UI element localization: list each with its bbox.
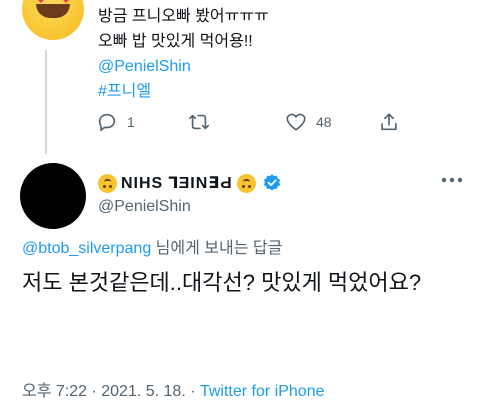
share-icon <box>381 113 397 131</box>
author-name-row[interactable]: NIHS ꓶƎIN∃Ԁ <box>98 172 282 194</box>
parent-tweet-mention[interactable]: @PenielShin <box>98 56 191 78</box>
like-count: 48 <box>316 114 332 130</box>
reply-to-suffix: 님에게 보내는 답글 <box>151 240 283 257</box>
reply-to-account-link[interactable]: @btob_silverpang <box>22 240 151 257</box>
more-options-icon[interactable] <box>438 170 466 190</box>
tweet-meta: 오후 7:22 · 2021. 5. 18. · Twitter for iPh… <box>22 377 324 401</box>
verified-badge-icon <box>263 174 280 191</box>
author-handle[interactable]: @PenielShin <box>98 198 191 216</box>
tweet-source-link[interactable]: Twitter for iPhone <box>200 383 325 400</box>
retweet-button[interactable] <box>188 110 210 134</box>
tweet-date[interactable]: 2021. 5. 18. <box>101 383 186 400</box>
like-button[interactable]: 48 <box>285 110 332 134</box>
tweet-time[interactable]: 오후 7:22 <box>22 383 87 400</box>
upside-down-face-icon <box>98 173 117 193</box>
meta-separator: · <box>185 383 200 400</box>
parent-tweet-line-2: 오빠 밥 맛있게 먹어용!! <box>98 33 253 50</box>
share-button[interactable] <box>378 110 400 134</box>
reply-button[interactable]: 1 <box>96 110 135 134</box>
reply-context: @btob_silverpang 님에게 보내는 답글 <box>22 234 282 258</box>
emoji-mouth <box>36 4 70 18</box>
author-avatar[interactable] <box>20 163 86 229</box>
tweet-text: 저도 본것같은데..대각선? 맛있게 먹었어요? <box>22 270 422 295</box>
parent-tweet-hashtag[interactable]: #프니엘 <box>98 81 151 103</box>
thread-connector-line <box>45 50 47 154</box>
retweet-icon <box>189 114 209 130</box>
meta-separator: · <box>87 383 102 400</box>
heart-icon <box>286 113 306 131</box>
reply-count: 1 <box>127 114 135 130</box>
parent-tweet-line-1: 방금 프니오빠 봤어ㅠㅠㅠ <box>98 8 269 25</box>
reply-icon <box>98 113 116 132</box>
author-display-name: NIHS ꓶƎIN∃Ԁ <box>121 175 233 192</box>
parent-avatar-heart-eyes-emoji[interactable] <box>22 0 84 40</box>
upside-down-face-icon <box>236 173 256 193</box>
